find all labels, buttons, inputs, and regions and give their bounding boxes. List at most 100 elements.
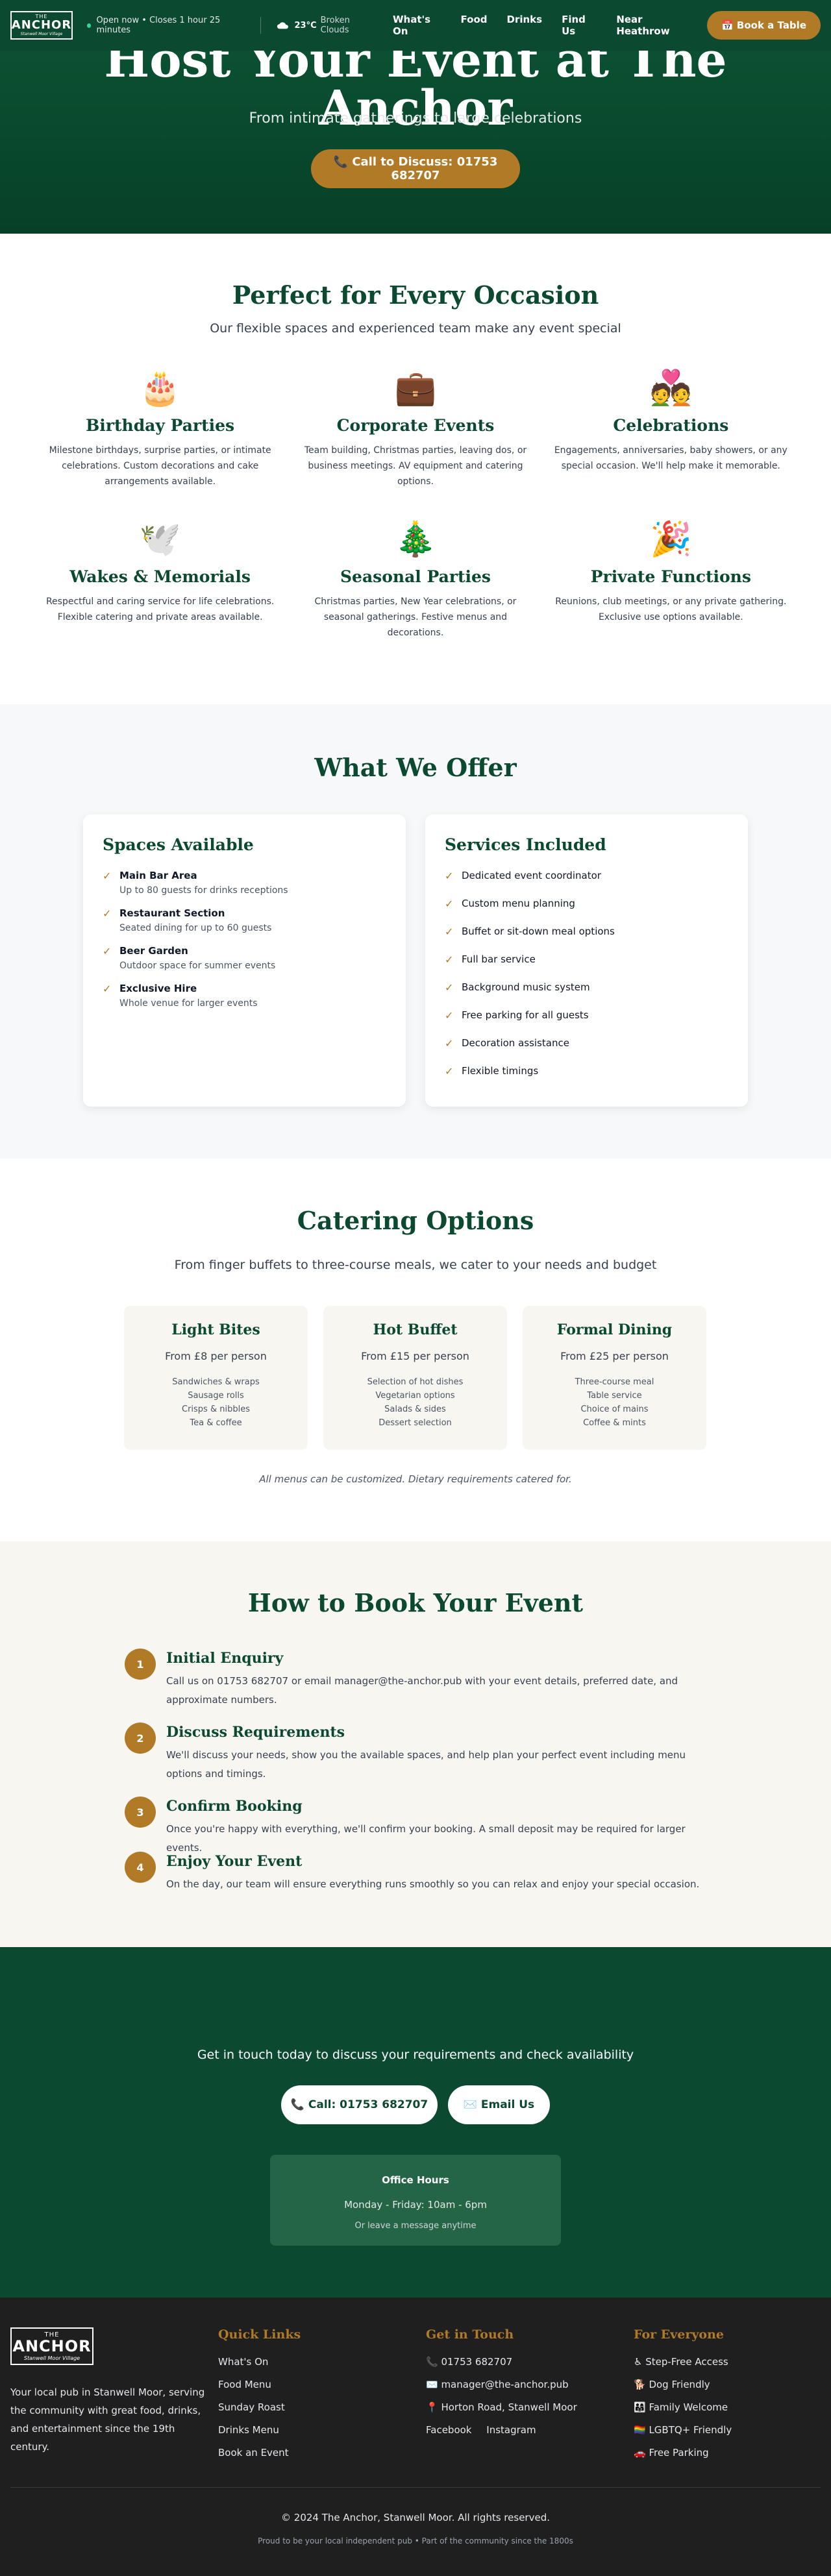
service-item: ✓ Custom menu planning <box>445 898 728 926</box>
call-button[interactable]: 📞 Call: 01753 682707 <box>281 2085 438 2124</box>
space-desc: Whole venue for larger events <box>119 998 258 1009</box>
space-name: Main Bar Area <box>119 870 197 881</box>
space-desc: Up to 80 guests for drinks receptions <box>119 885 288 896</box>
occasion-card: 🎄 Seasonal Parties Christmas parties, Ne… <box>288 518 543 669</box>
footer-link-whats-on[interactable]: What's On <box>218 2356 301 2379</box>
occasion-title: Seasonal Parties <box>340 567 491 586</box>
footer-link-sunday-roast[interactable]: Sunday Roast <box>218 2401 301 2424</box>
book-table-button[interactable]: 📅 Book a Table <box>707 11 821 40</box>
footer-link-drinks-menu[interactable]: Drinks Menu <box>218 2424 301 2447</box>
birthday-cake-icon: 🎂 <box>139 369 182 408</box>
facebook-link[interactable]: Facebook <box>426 2424 471 2436</box>
footer-link-book-event[interactable]: Book an Event <box>218 2447 301 2470</box>
quick-links-title: Quick Links <box>218 2327 301 2342</box>
step-free-access-item: ♿ Step-Free Access <box>634 2356 728 2368</box>
weather-widget: 23°C Broken Clouds <box>277 16 375 35</box>
party-popper-icon: 🎉 <box>649 520 692 559</box>
services-card: Services Included ✓ Dedicated event coord… <box>425 815 748 1107</box>
occasion-card: 🎂 Birthday Parties Milestone birthdays, … <box>32 367 288 518</box>
offer-section: What We Offer Spaces Available ✓ Main Ba… <box>0 704 831 1159</box>
occasion-title: Birthday Parties <box>86 416 235 435</box>
footer-address[interactable]: 📍 Horton Road, Stanwell Moor <box>426 2401 577 2424</box>
occasion-title: Corporate Events <box>336 416 495 435</box>
logo[interactable]: THE ANCHOR Stanwell Moor Village <box>10 11 73 40</box>
nav-whats-on[interactable]: What's On <box>393 14 441 37</box>
step-number: 4 <box>125 1852 156 1883</box>
check-icon: ✓ <box>103 945 112 957</box>
step-number: 2 <box>125 1723 156 1754</box>
space-item: ✓ Beer Garden Outdoor space for summer ev… <box>103 945 386 971</box>
nav-food[interactable]: Food <box>461 14 488 37</box>
check-icon: ✓ <box>445 898 454 910</box>
service-text: Flexible timings <box>462 1065 539 1077</box>
service-text: Full bar service <box>462 953 536 965</box>
check-icon: ✓ <box>445 1009 454 1022</box>
office-hours-note: Or leave a message anytime <box>354 2221 477 2231</box>
catering-item: Table service <box>587 1391 642 1401</box>
service-text: Free parking for all guests <box>462 1009 589 1021</box>
footer-email-link[interactable]: ✉️ manager@the-anchor.pub <box>426 2379 577 2401</box>
service-item: ✓ Background music system <box>445 981 728 1009</box>
check-icon: ✓ <box>445 953 454 966</box>
office-hours-text: Monday - Friday: 10am - 6pm <box>344 2199 487 2211</box>
catering-item: Crisps & nibbles <box>182 1405 250 1414</box>
footer-description: Your local pub in Stanwell Moor, serving… <box>10 2386 205 2453</box>
header-divider <box>260 17 261 34</box>
service-text: Decoration assistance <box>462 1037 569 1049</box>
check-icon: ✓ <box>103 870 112 882</box>
nav-drinks[interactable]: Drinks <box>507 14 543 37</box>
catering-item: Three-course meal <box>575 1377 654 1387</box>
catering-card-title: Light Bites <box>171 1321 260 1338</box>
service-text: Buffet or sit-down meal options <box>462 926 615 937</box>
space-desc: Seated dining for up to 60 guests <box>119 923 272 933</box>
catering-price: From £8 per person <box>165 1350 267 1362</box>
service-text: Background music system <box>462 981 590 993</box>
footer-for-everyone: For Everyone ♿ Step-Free Access 🐕 Dog Fr… <box>634 2327 732 2470</box>
nav-find-us[interactable]: Find Us <box>562 14 597 37</box>
service-item: ✓ Decoration assistance <box>445 1037 728 1065</box>
booking-step: 4 Enjoy Your Event On the day, our team w… <box>125 1852 709 1894</box>
opening-status: Open now • Closes 1 hour 25 minutes <box>87 16 245 35</box>
footer-about: THE ANCHOR Stanwell Moor Village Your lo… <box>10 2327 205 2456</box>
footer-phone-link[interactable]: 📞 01753 682707 <box>426 2356 577 2379</box>
nav-near-heathrow[interactable]: Near Heathrow <box>616 14 688 37</box>
contact-cta-section: Get in touch today to discuss your requi… <box>0 1947 831 2298</box>
service-text: Dedicated event coordinator <box>462 870 601 881</box>
catering-card: Hot Buffet From £15 per person Selection… <box>323 1306 507 1450</box>
space-item: ✓ Exclusive Hire Whole venue for larger e… <box>103 983 386 1009</box>
footer-divider <box>10 2487 821 2488</box>
call-to-discuss-button[interactable]: 📞 Call to Discuss: 01753 682707 <box>311 149 520 188</box>
footer-link-food-menu[interactable]: Food Menu <box>218 2379 301 2401</box>
instagram-link[interactable]: Instagram <box>486 2424 536 2436</box>
catering-item: Choice of mains <box>580 1405 649 1414</box>
space-item: ✓ Restaurant Section Seated dining for up… <box>103 907 386 933</box>
catering-card: Formal Dining From £25 per person Three-… <box>523 1306 706 1450</box>
christmas-tree-icon: 🎄 <box>394 520 437 559</box>
space-name: Exclusive Hire <box>119 983 197 994</box>
catering-title: Catering Options <box>297 1206 534 1235</box>
email-us-button[interactable]: ✉️ Email Us <box>448 2085 550 2124</box>
catering-item: Selection of hot dishes <box>367 1377 464 1387</box>
space-name: Restaurant Section <box>119 907 225 919</box>
check-icon: ✓ <box>445 870 454 882</box>
step-title: Confirm Booking <box>166 1798 303 1815</box>
occasion-text: Respectful and caring service for life c… <box>45 596 275 622</box>
service-item: ✓ Dedicated event coordinator <box>445 870 728 898</box>
footer-logo-name: ANCHOR <box>12 2337 92 2355</box>
site-header: THE ANCHOR Stanwell Moor Village Open no… <box>0 0 831 51</box>
catering-note: All menus can be customized. Dietary req… <box>259 1473 572 1485</box>
footer-logo[interactable]: THE ANCHOR Stanwell Moor Village <box>10 2327 93 2365</box>
catering-section: Catering Options From finger buffets to … <box>0 1159 831 1541</box>
check-icon: ✓ <box>445 981 454 994</box>
service-item: ✓ Full bar service <box>445 953 728 981</box>
space-item: ✓ Main Bar Area Up to 80 guests for drink… <box>103 870 386 896</box>
occasion-card: 💑 Celebrations Engagements, anniversarie… <box>543 367 799 518</box>
booking-step: 3 Confirm Booking Once you're happy with … <box>125 1797 709 1858</box>
spaces-title: Spaces Available <box>103 835 254 854</box>
catering-item: Sausage rolls <box>188 1391 244 1401</box>
dog-friendly-item: 🐕 Dog Friendly <box>634 2379 710 2390</box>
service-text: Custom menu planning <box>462 898 575 909</box>
logo-name-text: ANCHOR <box>11 18 72 32</box>
catering-item: Tea & coffee <box>190 1418 242 1428</box>
logo-tag-text: Stanwell Moor Village <box>20 32 63 36</box>
